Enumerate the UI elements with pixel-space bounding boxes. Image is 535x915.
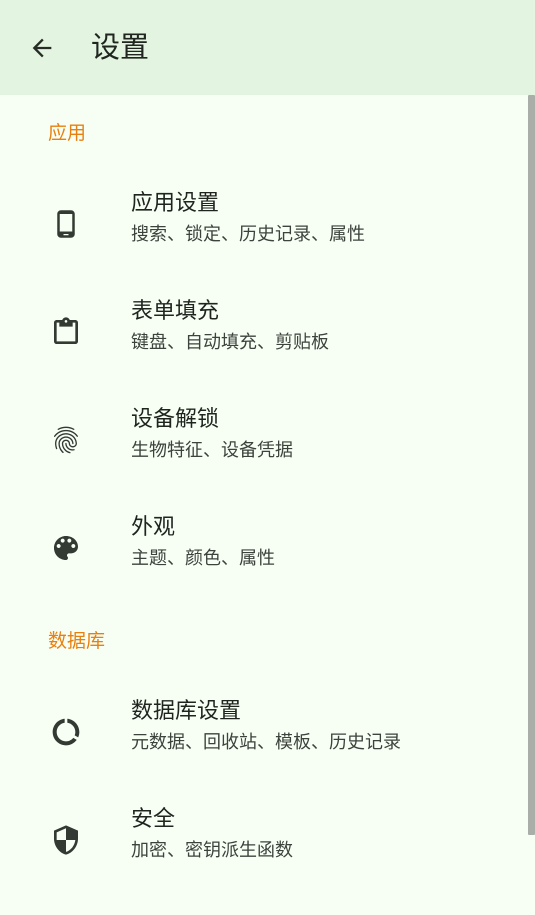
settings-item-summary: 搜索、锁定、历史记录、属性 <box>131 224 365 245</box>
settings-item-title: 安全 <box>131 807 176 832</box>
arrow-back-icon <box>32 38 52 58</box>
settings-item-summary: 主题、颜色、属性 <box>131 548 275 569</box>
settings-item-title: 设备解锁 <box>131 407 220 432</box>
app-bar: 设置 <box>0 0 535 95</box>
settings-item-device-unlock[interactable]: 设备解锁 生物特征、设备凭据 <box>0 387 528 493</box>
settings-item-summary: 加密、密钥派生函数 <box>131 840 293 861</box>
section-header-database: 数据库 <box>48 630 106 652</box>
fingerprint-icon <box>48 422 84 458</box>
scrollbar[interactable] <box>528 95 535 835</box>
back-button[interactable] <box>22 28 62 68</box>
settings-item-appearance[interactable]: 外观 主题、颜色、属性 <box>0 495 528 601</box>
section-header-app: 应用 <box>48 122 87 144</box>
clipboard-icon <box>48 314 84 350</box>
phone-icon <box>48 206 84 242</box>
palette-icon <box>48 530 84 566</box>
settings-item-database-settings[interactable]: 数据库设置 元数据、回收站、模板、历史记录 <box>0 679 528 785</box>
settings-item-title: 外观 <box>131 515 176 540</box>
settings-item-app-settings[interactable]: 应用设置 搜索、锁定、历史记录、属性 <box>0 171 528 277</box>
page-title: 设置 <box>91 30 150 64</box>
settings-item-summary: 元数据、回收站、模板、历史记录 <box>131 732 401 753</box>
settings-item-title: 数据库设置 <box>131 699 242 724</box>
settings-item-summary: 键盘、自动填充、剪贴板 <box>131 332 329 353</box>
settings-list[interactable]: 应用 应用设置 搜索、锁定、历史记录、属性 表单填充 键盘、自动填充、剪贴板 设… <box>0 95 528 915</box>
settings-item-title: 表单填充 <box>131 299 220 324</box>
settings-item-security[interactable]: 安全 加密、密钥派生函数 <box>0 787 528 893</box>
settings-item-summary: 生物特征、设备凭据 <box>131 440 293 461</box>
donut-icon <box>48 714 84 750</box>
settings-item-form-filling[interactable]: 表单填充 键盘、自动填充、剪贴板 <box>0 279 528 385</box>
shield-icon <box>48 822 84 858</box>
settings-item-title: 应用设置 <box>131 191 220 216</box>
